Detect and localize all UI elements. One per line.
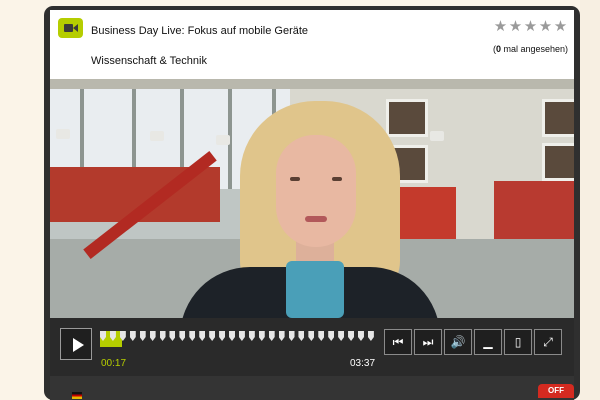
toggle-off-badge[interactable]: OFF bbox=[538, 384, 574, 398]
progress-tick bbox=[308, 331, 315, 341]
progress-tick bbox=[318, 331, 325, 341]
video-camera-icon[interactable] bbox=[58, 18, 83, 38]
subtitles-button[interactable]: ▁ bbox=[474, 329, 502, 355]
presenter-face bbox=[276, 135, 356, 247]
wall-picture bbox=[386, 99, 428, 137]
play-button[interactable] bbox=[60, 328, 92, 360]
progress-tick bbox=[169, 331, 176, 341]
player-footer: OFF bbox=[50, 376, 574, 400]
progress-tick bbox=[209, 331, 216, 341]
star-icon[interactable]: ★ bbox=[553, 19, 568, 34]
wall-picture bbox=[542, 143, 574, 181]
current-time: 00:17 bbox=[101, 358, 127, 369]
progress-tick bbox=[357, 331, 364, 341]
next-button[interactable]: ⏭ bbox=[414, 329, 442, 355]
progress-tick bbox=[367, 331, 374, 341]
page-background-left bbox=[0, 0, 44, 400]
video-header: Business Day Live: Fokus auf mobile Gerä… bbox=[50, 10, 574, 79]
previous-icon: ⏮ bbox=[392, 335, 404, 349]
progress-tick bbox=[149, 331, 156, 341]
player-controls: 00:17 03:37 ⏮ ⏭ 🔊 ▁ ▯ ⤢ bbox=[50, 318, 574, 376]
progress-tick bbox=[298, 331, 305, 341]
previous-button[interactable]: ⏮ bbox=[384, 329, 412, 355]
progress-tick bbox=[129, 331, 136, 341]
video-player-widget: Business Day Live: Fokus auf mobile Gerä… bbox=[44, 6, 580, 400]
wall-picture bbox=[542, 99, 574, 137]
rating-stars[interactable]: ★ ★ ★ ★ ★ bbox=[493, 19, 568, 34]
presenter-scarf bbox=[286, 261, 344, 318]
volume-icon: 🔊 bbox=[450, 335, 466, 349]
fullscreen-icon: ⤢ bbox=[543, 335, 553, 349]
popout-icon: ▯ bbox=[514, 335, 522, 349]
star-icon[interactable]: ★ bbox=[508, 19, 523, 34]
progress-bar[interactable] bbox=[100, 331, 374, 347]
progress-tick bbox=[179, 331, 186, 341]
progress-tick bbox=[199, 331, 206, 341]
progress-tick bbox=[100, 331, 106, 341]
video-title[interactable]: Business Day Live: Fokus auf mobile Gerä… bbox=[91, 25, 308, 37]
page-background-right bbox=[580, 0, 600, 400]
duration: 03:37 bbox=[350, 358, 376, 369]
progress-tick bbox=[159, 331, 166, 341]
video-category[interactable]: Wissenschaft & Technik bbox=[91, 55, 207, 67]
progress-tick bbox=[238, 331, 245, 341]
popout-button[interactable]: ▯ bbox=[504, 329, 532, 355]
red-furniture bbox=[494, 181, 574, 247]
volume-button[interactable]: 🔊 bbox=[444, 329, 472, 355]
view-count: (0 mal angesehen) bbox=[492, 44, 568, 54]
star-icon[interactable]: ★ bbox=[523, 19, 538, 34]
fullscreen-button[interactable]: ⤢ bbox=[534, 329, 562, 355]
progress-tick bbox=[348, 331, 355, 341]
progress-tick bbox=[109, 331, 116, 341]
star-icon[interactable]: ★ bbox=[493, 19, 508, 34]
german-flag-icon[interactable] bbox=[72, 392, 82, 399]
star-icon[interactable]: ★ bbox=[538, 19, 553, 34]
progress-tick bbox=[258, 331, 265, 341]
progress-tick bbox=[189, 331, 196, 341]
progress-tick bbox=[119, 331, 126, 341]
progress-tick bbox=[278, 331, 285, 341]
progress-tick bbox=[228, 331, 235, 341]
progress-tick bbox=[248, 331, 255, 341]
progress-tick bbox=[328, 331, 335, 341]
play-icon bbox=[73, 338, 84, 352]
subtitles-icon: ▁ bbox=[483, 335, 493, 349]
video-frame[interactable] bbox=[50, 79, 574, 318]
progress-tick bbox=[268, 331, 275, 341]
next-icon: ⏭ bbox=[422, 335, 434, 349]
progress-tick bbox=[219, 331, 226, 341]
progress-tick bbox=[288, 331, 295, 341]
progress-tick bbox=[139, 331, 146, 341]
progress-tick bbox=[338, 331, 345, 341]
